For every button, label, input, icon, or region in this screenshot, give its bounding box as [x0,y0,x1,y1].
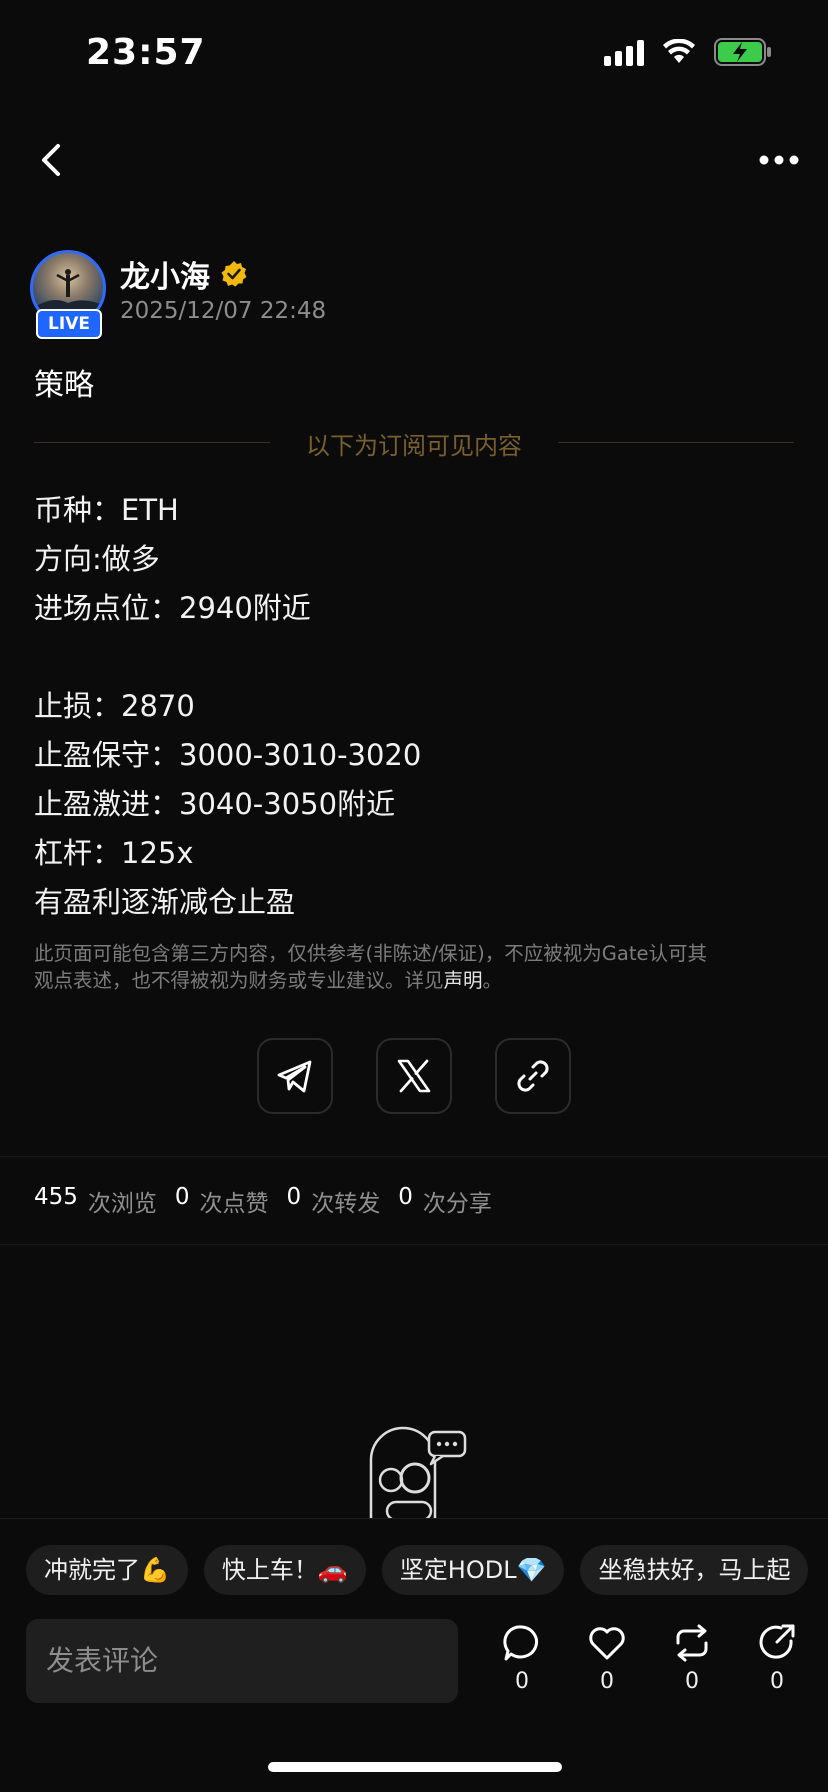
divider-line-right [558,442,794,443]
telegram-icon [277,1060,312,1093]
quick-reply-chip[interactable]: 冲就完了💪 [26,1545,188,1595]
content-line: 方向:做多 [34,542,160,576]
comment-input[interactable]: 发表评论 [26,1619,458,1703]
shares-count: 0 [398,1184,413,1210]
heart-icon [589,1627,625,1660]
repost-icon [676,1624,708,1662]
quick-reply-chip[interactable]: 坐稳扶好，马上起 [580,1545,809,1595]
content-line: 止盈保守：3000-3010-3020 [34,738,422,772]
views-label: 次浏览 [87,1191,157,1217]
post-stats: 455 次浏览 0 次点赞 0 次转发 0 次分享 [34,1184,510,1218]
disclaimer: 此页面可能包含第三方内容，仅供参考(非陈述/保证)，不应被视为Gate认可其 观… [34,940,794,994]
subscription-divider: 以下为订阅可见内容 [34,426,794,460]
more-options-button[interactable] [754,140,804,180]
author-name-row: 龙小海 [120,252,248,296]
content-line: 止损：2870 [34,689,195,723]
live-badge: LIVE [36,309,102,339]
share-arrow-icon [759,1624,795,1659]
shares-label: 次分享 [422,1191,492,1217]
verified-badge-icon [221,261,247,287]
likes-label: 次点赞 [199,1191,269,1217]
share-link-button[interactable] [495,1038,571,1114]
status-icons [604,38,772,66]
comment-count: 0 [515,1669,529,1694]
quick-reply-chips: 冲就完了💪 快上车！🚗 坚定HODL💎 坐稳扶好，马上起 [26,1545,809,1595]
disclaimer-line-2: 观点表述，也不得被视为财务或专业建议。详见声明。 [34,969,503,992]
stats-divider-top [0,1156,828,1157]
subscription-divider-text: 以下为订阅可见内容 [306,432,522,460]
no-comments-illustration [369,1426,467,1520]
content-line: 杠杆：125x [34,836,194,870]
chevron-left-icon [42,144,60,176]
content-line: 进场点位：2940附近 [34,591,311,625]
share-action[interactable]: 0 [747,1623,807,1694]
disclaimer-line-1: 此页面可能包含第三方内容，仅供参考(非陈述/保证)，不应被视为Gate认可其 [34,942,707,965]
like-count: 0 [600,1669,614,1694]
link-icon [517,1060,549,1092]
comment-bubble-icon [503,1625,538,1661]
nav-bar [0,130,828,190]
author-header: LIVE 龙小海 2025/12/07 22:48 [30,250,800,345]
more-horizontal-icon [759,155,799,165]
x-icon [397,1059,431,1093]
disclaimer-link[interactable]: 声明 [444,969,483,992]
reposts-label: 次转发 [311,1191,381,1217]
cellular-signal-icon [604,38,644,66]
comment-action[interactable]: 0 [492,1623,552,1694]
repost-count: 0 [685,1669,699,1694]
reposts-count: 0 [286,1184,302,1210]
post-timestamp: 2025/12/07 22:48 [120,298,327,324]
likes-count: 0 [174,1184,190,1210]
status-bar: 23:57 [0,0,828,100]
avatar[interactable]: LIVE [30,250,108,340]
bottom-comment-bar: 冲就完了💪 快上车！🚗 坚定HODL💎 坐稳扶好，马上起 发表评论 0 0 0 [0,1518,828,1792]
share-x-button[interactable] [376,1038,452,1114]
share-count: 0 [770,1669,784,1694]
quick-reply-chip[interactable]: 快上车！🚗 [203,1545,366,1595]
share-telegram-button[interactable] [257,1038,333,1114]
content-line-blank [34,633,794,682]
author-name[interactable]: 龙小海 [120,252,210,296]
status-time: 23:57 [86,32,206,73]
post-content: 币种：ETH 方向:做多 进场点位：2940附近 止损：2870 止盈保守：30… [34,486,794,927]
back-button[interactable] [32,138,72,182]
post-title: 策略 [34,368,94,403]
content-line: 止盈激进：3040-3050附近 [34,787,396,821]
content-line: 币种：ETH [34,493,179,527]
like-action[interactable]: 0 [577,1623,637,1694]
views-count: 455 [34,1184,78,1210]
wifi-icon [663,39,695,63]
repost-action[interactable]: 0 [662,1623,722,1694]
content-line: 有盈利逐渐减仓止盈 [34,885,296,919]
stats-divider-bottom [0,1244,828,1245]
quick-reply-chip[interactable]: 坚定HODL💎 [381,1545,565,1595]
home-indicator [268,1762,562,1772]
battery-charging-icon [714,38,771,66]
